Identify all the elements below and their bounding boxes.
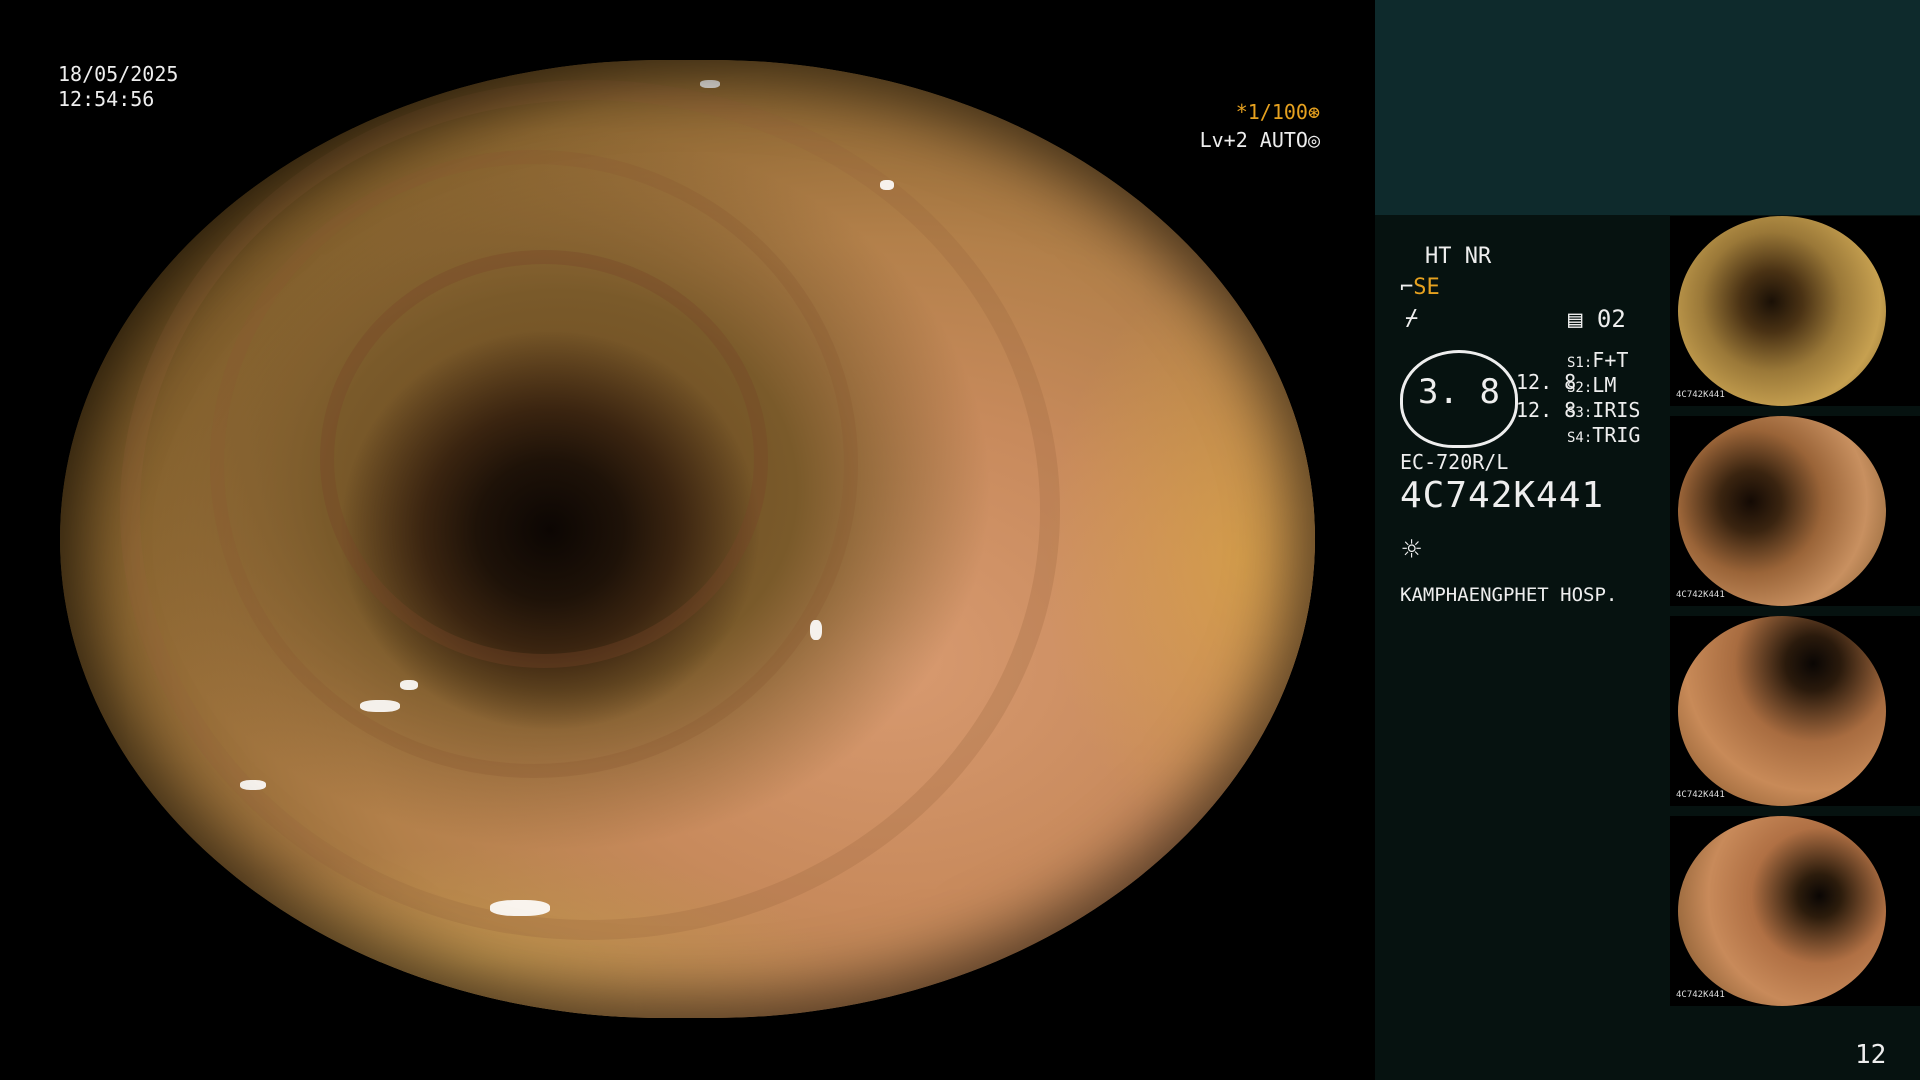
date-text: 18/05/2025 xyxy=(58,62,179,86)
switch-row-2: S2:LM xyxy=(1567,373,1616,397)
sun-icon: ☼ xyxy=(1402,530,1422,568)
aperture-icon: ⊛ xyxy=(1307,100,1320,124)
switch-key: S1: xyxy=(1567,355,1593,371)
scope-model: EC-720R/L xyxy=(1400,450,1509,474)
probe-icon: ⌐ xyxy=(1400,275,1414,300)
switch-key: S3: xyxy=(1567,405,1593,421)
datetime-overlay: 18/05/2025 12:54:56 xyxy=(58,62,178,112)
thumbnail-caption: 4C742K441 xyxy=(1676,390,1725,400)
thumbnail-image xyxy=(1678,616,1886,806)
thumbnail-image xyxy=(1678,816,1886,1006)
brightness-level: Lv+2 AUTO xyxy=(1199,128,1308,152)
thumbnail-caption: 4C742K441 xyxy=(1676,990,1725,1000)
switch-row-1: S1:F+T xyxy=(1567,348,1628,372)
thumbnail-image xyxy=(1678,216,1886,406)
memory-icon: ▤ xyxy=(1568,305,1583,333)
mode-se: ⌐SE xyxy=(1400,275,1440,300)
capture-thumbnail-4[interactable]: 4C742K441 xyxy=(1670,816,1920,1006)
endoscope-main-view xyxy=(60,60,1315,1018)
mode-ht-nr: HT NR xyxy=(1425,244,1492,269)
mode-se-label: SE xyxy=(1413,275,1440,300)
switch-key: S4: xyxy=(1567,430,1593,446)
exposure-readout: *1/100⊛ Lv+2 AUTO◎ xyxy=(1160,98,1320,154)
switch-value: TRIG xyxy=(1592,423,1641,447)
switch-value: IRIS xyxy=(1592,398,1641,422)
hospital-name: KAMPHAENGPHET HOSP. xyxy=(1400,584,1618,606)
target-icon: ◎ xyxy=(1307,128,1320,152)
light-reflection xyxy=(810,620,822,640)
switch-row-3: S3:IRIS xyxy=(1567,398,1640,422)
thumbnail-caption: 4C742K441 xyxy=(1676,590,1725,600)
mode-freeze-icon: ⌿ xyxy=(1405,306,1419,331)
mucosal-fold xyxy=(320,250,768,668)
switch-value: LM xyxy=(1592,373,1617,397)
switch-value: F+T xyxy=(1592,348,1629,372)
light-reflection xyxy=(360,700,400,712)
switch-key: S2: xyxy=(1567,380,1593,396)
time-text: 12:54:56 xyxy=(58,87,155,111)
scope-serial: 4C742K441 xyxy=(1400,475,1605,516)
capture-thumbnail-1[interactable]: 4C742K441 xyxy=(1670,216,1920,406)
counter-value: 02 xyxy=(1596,305,1626,333)
light-reflection xyxy=(700,80,720,88)
switch-row-4: S4:TRIG xyxy=(1567,423,1640,447)
light-reflection xyxy=(490,900,550,916)
gauge-value: 3. 8 xyxy=(1418,372,1500,412)
capture-counter: ▤ 02 xyxy=(1568,305,1626,333)
thumbnail-image xyxy=(1678,416,1886,606)
shutter-speed: *1/100 xyxy=(1235,100,1308,124)
light-reflection xyxy=(400,680,418,690)
mucosal-fold xyxy=(210,150,858,778)
patient-info-area xyxy=(1375,0,1920,215)
light-reflection xyxy=(880,180,894,190)
capture-thumbnail-3[interactable]: 4C742K441 xyxy=(1670,616,1920,806)
capture-thumbnail-2[interactable]: 4C742K441 xyxy=(1670,416,1920,606)
mucosal-fold xyxy=(120,80,1060,940)
page-number: 12 xyxy=(1855,1040,1887,1070)
light-reflection xyxy=(240,780,266,790)
thumbnail-caption: 4C742K441 xyxy=(1676,790,1725,800)
